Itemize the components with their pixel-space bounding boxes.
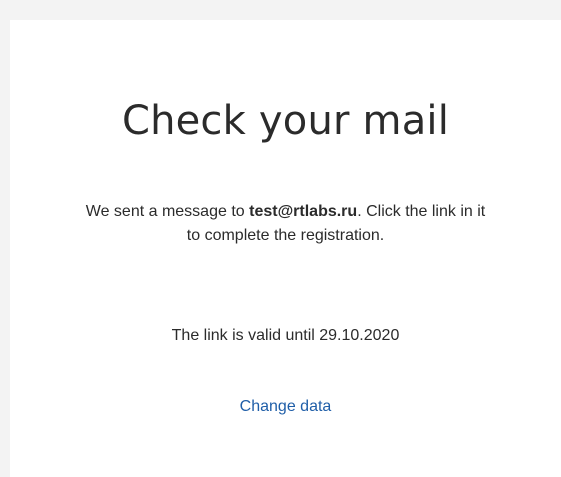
change-data-link[interactable]: Change data xyxy=(10,395,561,419)
page-title: Check your mail xyxy=(121,98,450,144)
sent-message: We sent a message to test@rtlabs.ru. Cli… xyxy=(80,200,491,248)
confirmation-card: Check your mail We sent a message to tes… xyxy=(10,20,561,477)
link-validity-text: The link is valid until 29.10.2020 xyxy=(171,327,400,344)
message-prefix: We sent a message to xyxy=(85,203,250,220)
email-address: test@rtlabs.ru xyxy=(249,203,358,220)
